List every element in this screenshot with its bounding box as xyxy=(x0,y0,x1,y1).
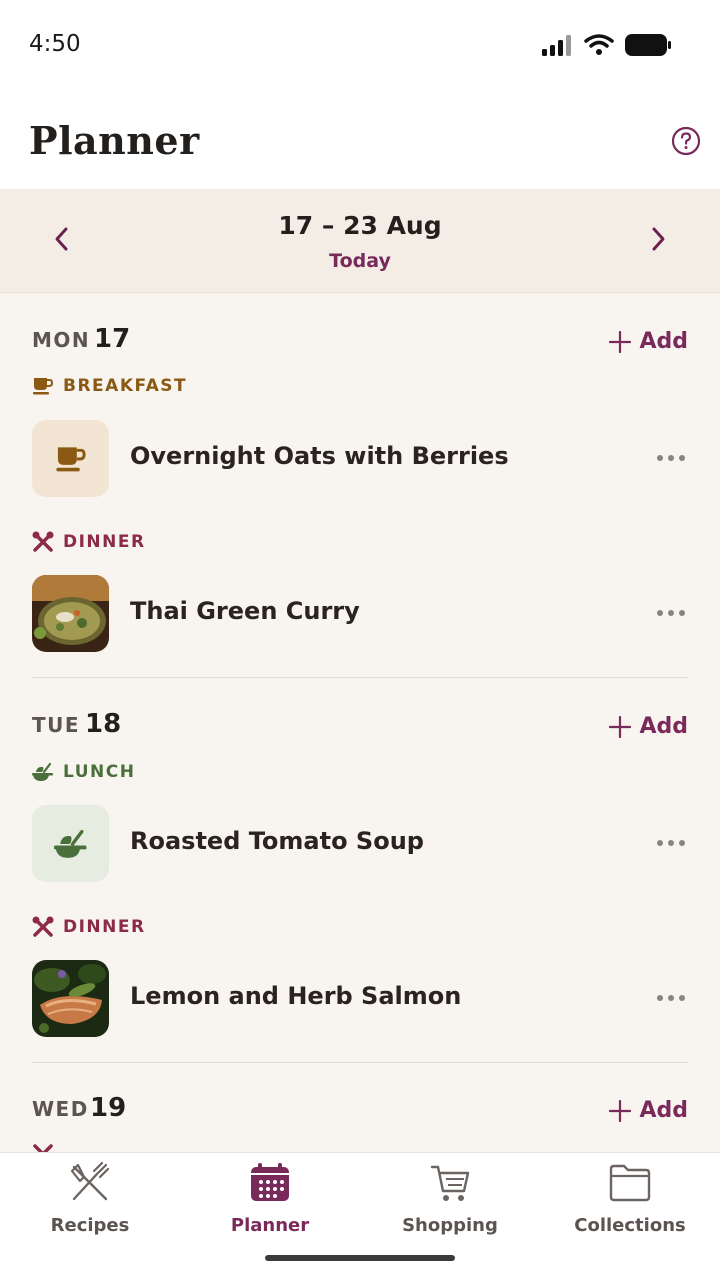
week-range: 17 – 23 Aug xyxy=(278,211,442,240)
more-horizontal-icon xyxy=(657,610,685,616)
meal-type-text: BREAKFAST xyxy=(63,376,188,396)
more-options-button[interactable] xyxy=(656,449,686,467)
utensils-crossed-icon xyxy=(32,531,54,552)
day-divider xyxy=(32,1062,688,1063)
more-horizontal-icon xyxy=(657,840,685,846)
wifi-icon xyxy=(584,34,614,55)
more-options-button[interactable] xyxy=(656,834,686,852)
next-week-button[interactable] xyxy=(644,225,672,253)
day-divider xyxy=(32,677,688,678)
day-number: 19 xyxy=(90,1093,127,1123)
page-title: Planner xyxy=(29,118,200,163)
tab-label: Recipes xyxy=(50,1215,130,1236)
add-meal-button[interactable]: Add xyxy=(609,329,688,354)
meal-type-text: DINNER xyxy=(63,532,146,552)
tab-planner[interactable]: Planner xyxy=(180,1153,360,1253)
help-circle-icon xyxy=(671,126,701,156)
meal-title: Roasted Tomato Soup xyxy=(130,827,424,855)
tab-label: Collections xyxy=(574,1215,686,1236)
meal-type-label: LUNCH xyxy=(32,761,135,783)
tab-collections[interactable]: Collections xyxy=(540,1153,720,1253)
chevron-right-icon xyxy=(652,227,665,251)
week-navigation: 17 – 23 Aug Today xyxy=(0,189,720,293)
meal-type-text: DINNER xyxy=(63,917,146,937)
signal-icon xyxy=(542,35,571,56)
status-bar: 4:50 xyxy=(0,0,720,92)
coffee-cup-icon xyxy=(55,446,86,471)
add-meal-button[interactable]: Add xyxy=(609,1098,688,1123)
page-header: Planner xyxy=(0,92,720,189)
plus-icon xyxy=(609,330,632,353)
plus-icon xyxy=(609,1099,632,1122)
meal-thumbnail xyxy=(32,805,109,882)
day-number: 18 xyxy=(85,709,122,739)
folder-icon xyxy=(609,1164,651,1202)
coffee-cup-icon xyxy=(33,378,54,395)
meal-type-text: LUNCH xyxy=(63,762,136,782)
meal-type-label: DINNER xyxy=(32,916,146,938)
utensils-crossed-icon xyxy=(33,1144,53,1152)
meal-item[interactable]: Overnight Oats with Berries xyxy=(32,420,688,498)
today-link[interactable]: Today xyxy=(0,250,720,272)
day-header-wed: WED 19 Add xyxy=(32,1087,688,1127)
tab-shopping[interactable]: Shopping xyxy=(360,1153,540,1253)
meal-title: Lemon and Herb Salmon xyxy=(130,982,462,1010)
more-options-button[interactable] xyxy=(656,604,686,622)
plus-icon xyxy=(609,715,632,738)
meal-photo xyxy=(32,960,109,1037)
add-meal-button[interactable]: Add xyxy=(609,714,688,739)
meal-type-label: BREAKFAST xyxy=(32,376,187,396)
day-name: TUE xyxy=(32,713,81,737)
lunch-bowl-icon xyxy=(32,762,53,781)
home-indicator xyxy=(265,1255,455,1261)
lunch-bowl-icon xyxy=(53,829,86,858)
add-label: Add xyxy=(639,1098,688,1123)
day-header-mon: MON 17 Add xyxy=(32,318,688,358)
meal-item[interactable]: Lemon and Herb Salmon xyxy=(32,960,688,1038)
meal-thumbnail xyxy=(32,420,109,497)
fork-knife-icon xyxy=(70,1161,110,1201)
more-horizontal-icon xyxy=(657,455,685,461)
more-horizontal-icon xyxy=(657,995,685,1001)
calendar-icon xyxy=(251,1163,289,1201)
meal-photo xyxy=(32,575,109,652)
day-number: 17 xyxy=(94,324,131,354)
tab-label: Planner xyxy=(230,1215,310,1236)
tab-label: Shopping xyxy=(402,1215,498,1236)
add-label: Add xyxy=(639,329,688,354)
salmon-photo xyxy=(32,960,109,1037)
shopping-cart-icon xyxy=(430,1165,470,1201)
tab-recipes[interactable]: Recipes xyxy=(0,1153,180,1253)
help-button[interactable] xyxy=(671,126,701,156)
utensils-crossed-icon xyxy=(32,916,54,937)
status-time: 4:50 xyxy=(29,31,81,57)
meal-type-label: DINNER xyxy=(32,531,146,553)
meal-title: Thai Green Curry xyxy=(130,597,360,625)
partial-meal-icon xyxy=(32,1143,62,1152)
meal-item[interactable]: Roasted Tomato Soup xyxy=(32,805,688,883)
day-name: MON xyxy=(32,328,91,352)
meal-item[interactable]: Thai Green Curry xyxy=(32,575,688,653)
add-label: Add xyxy=(639,714,688,739)
meal-title: Overnight Oats with Berries xyxy=(130,442,509,470)
status-icons xyxy=(542,33,672,57)
more-options-button[interactable] xyxy=(656,989,686,1007)
day-header-tue: TUE 18 Add xyxy=(32,703,688,743)
day-name: WED xyxy=(32,1097,89,1121)
curry-photo xyxy=(32,575,109,652)
battery-icon xyxy=(625,34,671,56)
